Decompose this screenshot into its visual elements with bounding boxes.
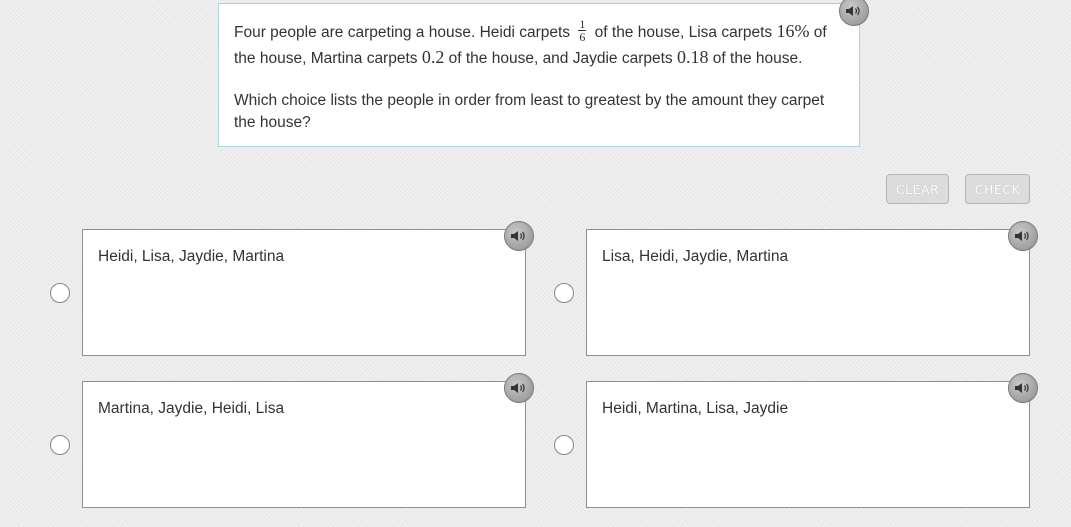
choice-d-text: Heidi, Martina, Lisa, Jaydie [602,400,789,417]
jaydie-value: 0.18 [676,47,709,68]
choice-a[interactable]: Heidi, Lisa, Jaydie, Martina [82,229,526,356]
question-prompt: Which choice lists the people in order f… [234,92,825,132]
choice-c-text: Martina, Jaydie, Heidi, Lisa [98,400,285,417]
choice-a-radio[interactable] [50,283,70,303]
choice-b-radio[interactable] [554,283,574,303]
question-text-5: of the house. [708,50,803,68]
fraction-denominator: 6 [579,30,586,45]
choice-d[interactable]: Heidi, Martina, Lisa, Jaydie [586,381,1030,508]
choice-a-speaker-icon[interactable] [504,221,534,251]
question-text-4: of the house, and Jaydie carpets [444,50,677,68]
question-panel: Four people are carpeting a house. Heidi… [218,3,860,147]
speaker-icon [511,383,525,393]
choice-d-speaker-icon[interactable] [1008,373,1038,403]
speaker-icon [846,6,860,16]
speaker-icon [1015,383,1029,393]
choice-b[interactable]: Lisa, Heidi, Jaydie, Martina [586,229,1030,356]
clear-button[interactable]: CLEAR [886,174,949,204]
lisa-value: 16% [776,21,810,41]
choice-c-speaker-icon[interactable] [504,373,534,403]
speaker-icon [1015,231,1029,241]
choice-a-text: Heidi, Lisa, Jaydie, Martina [98,248,285,265]
choice-d-radio[interactable] [554,435,574,455]
question-text-1: Four people are carpeting a house. Heidi… [234,24,575,41]
check-button[interactable]: CHECK [965,174,1030,204]
choice-c-radio[interactable] [50,435,70,455]
question-text-2: of the house, Lisa carpets [590,24,777,41]
choice-b-speaker-icon[interactable] [1008,221,1038,251]
choice-c[interactable]: Martina, Jaydie, Heidi, Lisa [82,381,526,508]
martina-value: 0.2 [421,47,445,68]
heidi-fraction: 16 [578,18,587,45]
speaker-icon [511,231,525,241]
question-speaker-icon[interactable] [839,0,869,26]
choice-b-text: Lisa, Heidi, Jaydie, Martina [602,248,789,265]
question-stem: Four people are carpeting a house. Heidi… [234,18,845,71]
